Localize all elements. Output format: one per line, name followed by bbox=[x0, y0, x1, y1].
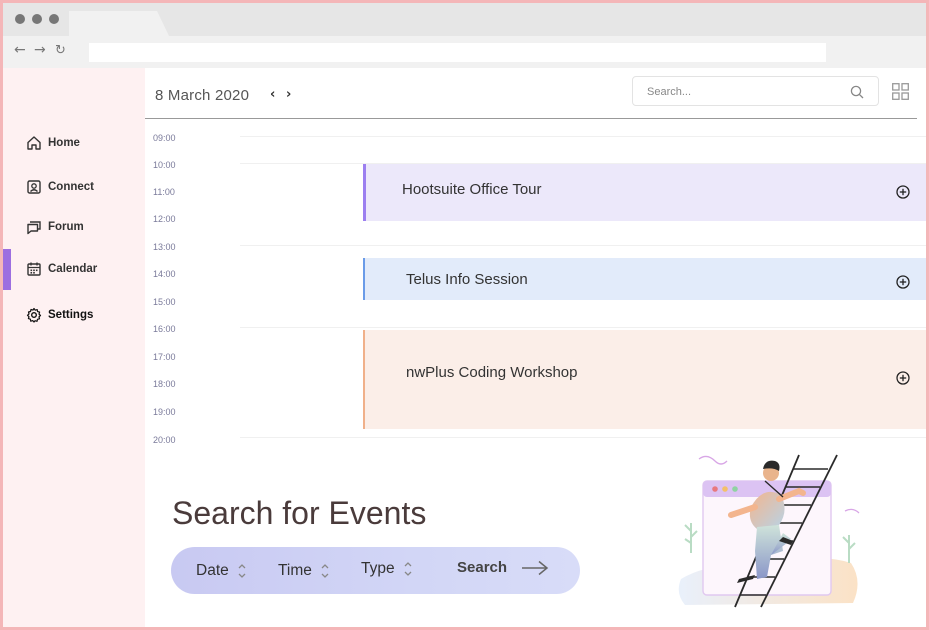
search-button-label: Search bbox=[457, 559, 508, 576]
header-divider bbox=[145, 118, 917, 119]
event-title: Hootsuite Office Tour bbox=[402, 181, 542, 198]
filter-label: Time bbox=[278, 562, 312, 579]
add-circle-icon[interactable] bbox=[896, 371, 910, 385]
chat-icon bbox=[27, 221, 41, 235]
sort-chevrons-icon bbox=[238, 564, 246, 578]
sidebar-item-home[interactable]: Home bbox=[26, 135, 80, 151]
sidebar-item-forum[interactable]: Forum bbox=[26, 219, 84, 235]
time-label: 17:00 bbox=[153, 352, 176, 362]
next-day-button[interactable]: › bbox=[286, 87, 291, 102]
home-icon bbox=[27, 136, 41, 150]
prev-day-button[interactable]: ‹ bbox=[270, 87, 275, 102]
event-card[interactable]: nwPlus Coding Workshop bbox=[363, 330, 926, 429]
event-search-bar: Date Time Type Search bbox=[171, 547, 580, 594]
time-label: 19:00 bbox=[153, 407, 176, 417]
time-label: 18:00 bbox=[153, 379, 176, 389]
hour-gridline bbox=[240, 437, 926, 438]
sidebar-item-settings[interactable]: Settings bbox=[26, 307, 93, 323]
time-label: 20:00 bbox=[153, 435, 176, 445]
calendar-icon bbox=[27, 262, 41, 276]
browser-tab-strip bbox=[3, 3, 926, 36]
arrow-right-icon bbox=[522, 560, 549, 575]
sidebar-item-label: Settings bbox=[48, 309, 94, 321]
hour-gridline bbox=[240, 327, 926, 328]
sidebar-item-label: Home bbox=[48, 137, 80, 149]
reload-icon[interactable]: ↻ bbox=[55, 43, 66, 58]
current-date: 8 March 2020 bbox=[155, 87, 250, 104]
sidebar-item-calendar[interactable]: Calendar bbox=[26, 261, 97, 277]
sidebar-item-connect[interactable]: Connect bbox=[26, 179, 94, 195]
event-title: nwPlus Coding Workshop bbox=[406, 364, 578, 381]
type-filter[interactable]: Type bbox=[361, 559, 413, 579]
sort-chevrons-icon bbox=[321, 564, 329, 578]
active-indicator bbox=[3, 249, 11, 290]
time-label: 13:00 bbox=[153, 242, 176, 252]
browser-tab[interactable] bbox=[69, 11, 169, 36]
sort-chevrons-icon bbox=[404, 562, 412, 576]
browser-toolbar: ← → ↻ bbox=[3, 36, 926, 68]
sidebar-item-label: Connect bbox=[48, 181, 94, 193]
ladder-climber-illustration bbox=[678, 454, 860, 608]
search-button[interactable]: Search bbox=[457, 559, 549, 576]
filter-label: Date bbox=[196, 562, 229, 579]
search-input[interactable] bbox=[647, 83, 837, 100]
hour-gridline bbox=[240, 245, 926, 246]
time-filter[interactable]: Time bbox=[278, 561, 330, 581]
time-label: 10:00 bbox=[153, 160, 176, 170]
event-card[interactable]: Telus Info Session bbox=[363, 258, 926, 300]
sidebar-item-label: Calendar bbox=[48, 263, 98, 275]
back-arrow-icon[interactable]: ← bbox=[14, 42, 26, 58]
date-filter[interactable]: Date bbox=[196, 561, 247, 581]
window-maximize-dot[interactable] bbox=[49, 14, 59, 24]
sidebar: Home Connect Forum Calendar Settings bbox=[3, 68, 145, 627]
add-circle-icon[interactable] bbox=[896, 185, 910, 199]
event-card[interactable]: Hootsuite Office Tour bbox=[363, 164, 926, 221]
url-bar[interactable] bbox=[89, 43, 826, 62]
sidebar-item-label: Forum bbox=[48, 221, 84, 233]
search-icon[interactable] bbox=[850, 85, 864, 99]
gear-icon bbox=[26, 307, 42, 323]
contact-icon bbox=[27, 180, 41, 194]
browser-window: ← → ↻ Home Connect Forum Calendar Settin… bbox=[3, 3, 926, 627]
forward-arrow-icon[interactable]: → bbox=[34, 42, 46, 58]
time-label: 16:00 bbox=[153, 324, 176, 334]
filter-label: Type bbox=[361, 560, 395, 577]
time-label: 09:00 bbox=[153, 133, 176, 143]
time-label: 11:00 bbox=[153, 187, 175, 197]
window-close-dot[interactable] bbox=[15, 14, 25, 24]
time-label: 14:00 bbox=[153, 269, 176, 279]
search-heading: Search for Events bbox=[172, 495, 427, 531]
grid-view-icon[interactable] bbox=[892, 83, 909, 100]
window-minimize-dot[interactable] bbox=[32, 14, 42, 24]
event-title: Telus Info Session bbox=[406, 271, 528, 288]
time-label: 12:00 bbox=[153, 214, 176, 224]
hour-gridline bbox=[240, 136, 926, 137]
search-box bbox=[632, 76, 879, 106]
time-label: 15:00 bbox=[153, 297, 176, 307]
add-circle-icon[interactable] bbox=[896, 275, 910, 289]
